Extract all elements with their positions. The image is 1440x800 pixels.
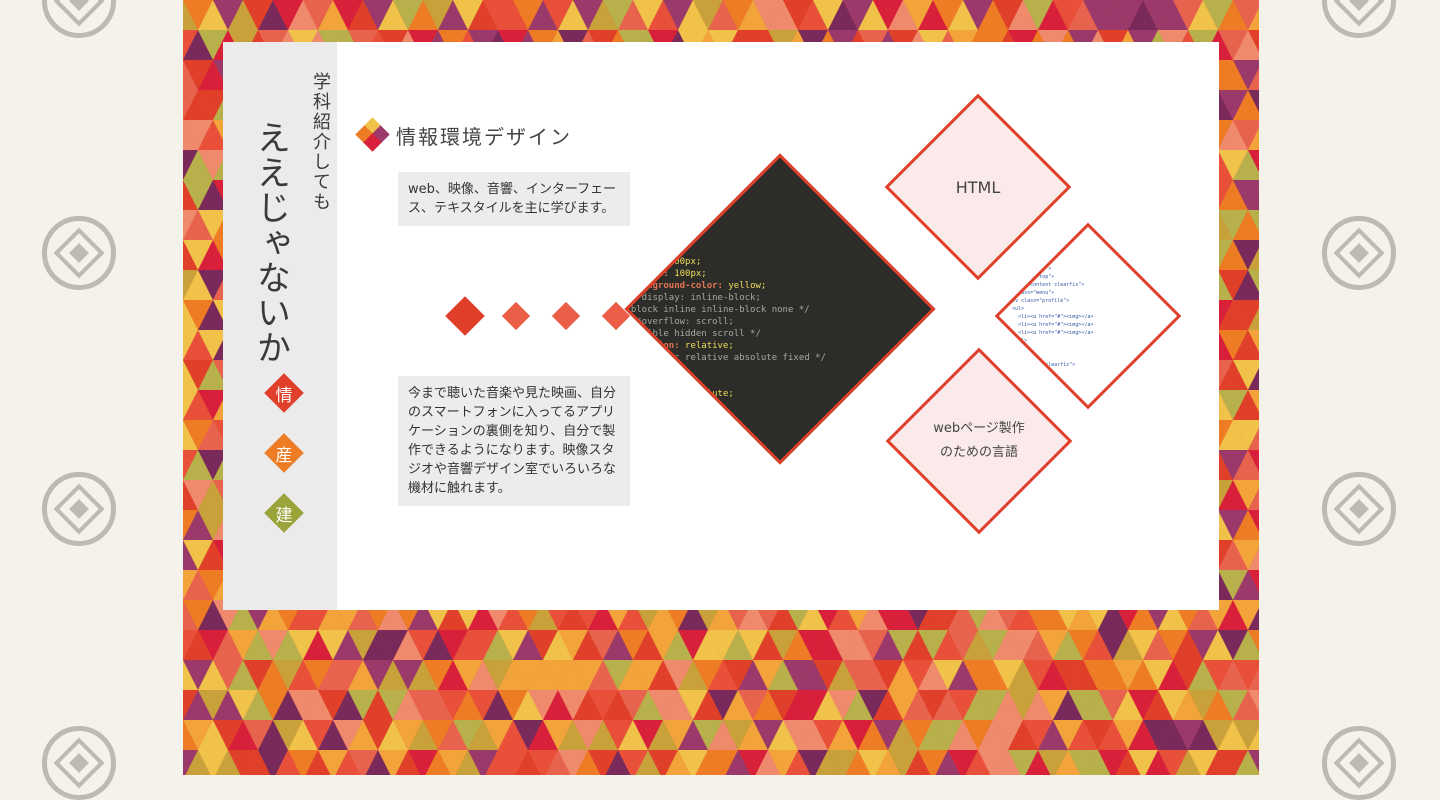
code-photo-card[interactable]: div { width: 100px; height: 100px; backg… (624, 153, 936, 465)
seal-icon (42, 216, 116, 290)
section-header: 情報環境デザイン (355, 117, 572, 152)
web-card-label-line2: のための言語 (939, 445, 1018, 460)
nav-button-label: 情 (275, 385, 293, 406)
section-title: 情報環境デザイン (396, 124, 572, 149)
detail-text: 今まで聴いた音楽や見た映画、自分のスマートフォンに入ってるアプリケーションの裏側… (398, 376, 630, 506)
seal-icon (42, 0, 116, 38)
nav-button-san[interactable]: 産 (264, 433, 304, 473)
html-card[interactable]: HTML (884, 93, 1072, 281)
seal-icon (1322, 216, 1396, 290)
nav-button-label: 産 (275, 445, 293, 466)
seal-icon (1322, 726, 1396, 800)
sidebar: 学科紹介しても ええじゃないか 情 産 建 (223, 42, 337, 610)
content-panel: 学科紹介しても ええじゃないか 情 産 建 情報環境デザイン web、映像、音響… (223, 42, 1219, 610)
intro-text: web、映像、音響、インターフェース、テキスタイルを主に学びます。 (398, 172, 630, 226)
site-title: ええじゃないか (250, 120, 291, 365)
html-card-label: HTML (955, 177, 1001, 197)
seal-icon (42, 472, 116, 546)
web-language-card[interactable]: webページ製作 のための言語 (885, 347, 1073, 535)
mosaic-frame: 学科紹介しても ええじゃないか 情 産 建 情報環境デザイン web、映像、音響… (183, 0, 1259, 775)
diamond-logo-icon (355, 117, 390, 152)
nav-button-ken[interactable]: 建 (264, 493, 304, 533)
slide-dot-active[interactable] (445, 296, 485, 336)
nav-button-label: 建 (275, 505, 293, 526)
seal-icon (1322, 0, 1396, 38)
code-screenshot-image: div { width: 100px; height: 100px; backg… (624, 245, 826, 400)
seal-icon (1322, 472, 1396, 546)
seal-icon (42, 726, 116, 800)
slide-dot[interactable] (551, 301, 581, 331)
web-card-label-line1: webページ製作 (933, 421, 1025, 436)
slide-dot[interactable] (501, 301, 531, 331)
nav-button-jou[interactable]: 情 (264, 373, 304, 413)
site-subtitle: 学科紹介しても (310, 72, 331, 212)
